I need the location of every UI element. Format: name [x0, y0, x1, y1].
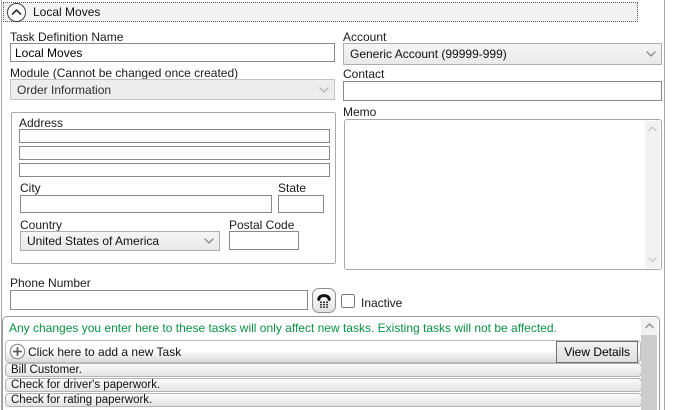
scroll-up-icon [645, 122, 660, 136]
memo-textarea[interactable] [344, 119, 662, 270]
task-definition-name-label: Task Definition Name [10, 30, 123, 44]
scroll-down-icon [645, 253, 660, 267]
plus-circle-icon [9, 343, 26, 360]
chevron-down-icon [319, 87, 329, 93]
telephone-keypad-icon [316, 292, 332, 309]
task-row[interactable]: Check for driver's paperwork. [5, 378, 642, 392]
address-label: Address [19, 116, 63, 130]
dial-phone-button[interactable] [312, 288, 336, 313]
task-list-panel: Any changes you enter here to these task… [2, 316, 660, 410]
phone-number-label: Phone Number [10, 276, 91, 290]
local-moves-form: Local Moves Task Definition Name Account… [0, 0, 677, 410]
task-definition-name-input[interactable] [10, 43, 335, 62]
address-groupbox: Address City State Country United States… [11, 112, 336, 264]
task-row[interactable]: Bill Customer. [5, 363, 642, 377]
chevron-up-icon [11, 8, 22, 16]
contact-input[interactable] [343, 81, 662, 101]
city-input[interactable] [20, 195, 272, 213]
window-right-border [664, 0, 665, 410]
module-label: Module (Cannot be changed once created) [10, 66, 238, 80]
address-line2-input[interactable] [19, 146, 330, 160]
postal-code-label: Postal Code [229, 218, 294, 232]
contact-label: Contact [343, 67, 384, 81]
account-label: Account [343, 30, 386, 44]
view-details-button[interactable]: View Details [556, 341, 638, 363]
postal-code-input[interactable] [229, 231, 299, 250]
module-combobox: Order Information [10, 79, 335, 100]
chevron-down-icon [204, 238, 214, 244]
city-label: City [20, 181, 41, 195]
tasks-notice-text: Any changes you enter here to these task… [9, 321, 557, 335]
inactive-checkbox[interactable] [341, 294, 355, 308]
account-combobox[interactable]: Generic Account (99999-999) [343, 43, 662, 65]
inactive-label: Inactive [361, 296, 402, 310]
phone-number-input[interactable] [10, 290, 308, 310]
expander-header[interactable]: Local Moves [3, 2, 638, 22]
scrollbar-thumb[interactable] [641, 335, 657, 410]
state-label: State [278, 181, 306, 195]
country-combobox[interactable]: United States of America [20, 231, 220, 251]
module-combobox-value: Order Information [17, 83, 111, 97]
task-row[interactable]: Check for rating paperwork. [5, 393, 642, 407]
add-new-task-label: Click here to add a new Task [28, 345, 181, 359]
country-label: Country [20, 218, 62, 232]
collapse-toggle-button[interactable] [7, 3, 26, 22]
expander-title: Local Moves [33, 5, 100, 19]
country-combobox-value: United States of America [27, 234, 159, 248]
address-line1-input[interactable] [19, 129, 330, 143]
account-combobox-value: Generic Account (99999-999) [350, 47, 507, 61]
task-list-scrollbar[interactable] [641, 318, 657, 410]
memo-scrollbar [645, 121, 660, 268]
address-line3-input[interactable] [19, 163, 330, 177]
state-input[interactable] [278, 195, 324, 213]
memo-label: Memo [343, 105, 376, 119]
scroll-up-icon[interactable] [641, 318, 657, 334]
add-new-task-row[interactable]: Click here to add a new Task View Detail… [5, 340, 641, 363]
chevron-down-icon [646, 51, 656, 57]
